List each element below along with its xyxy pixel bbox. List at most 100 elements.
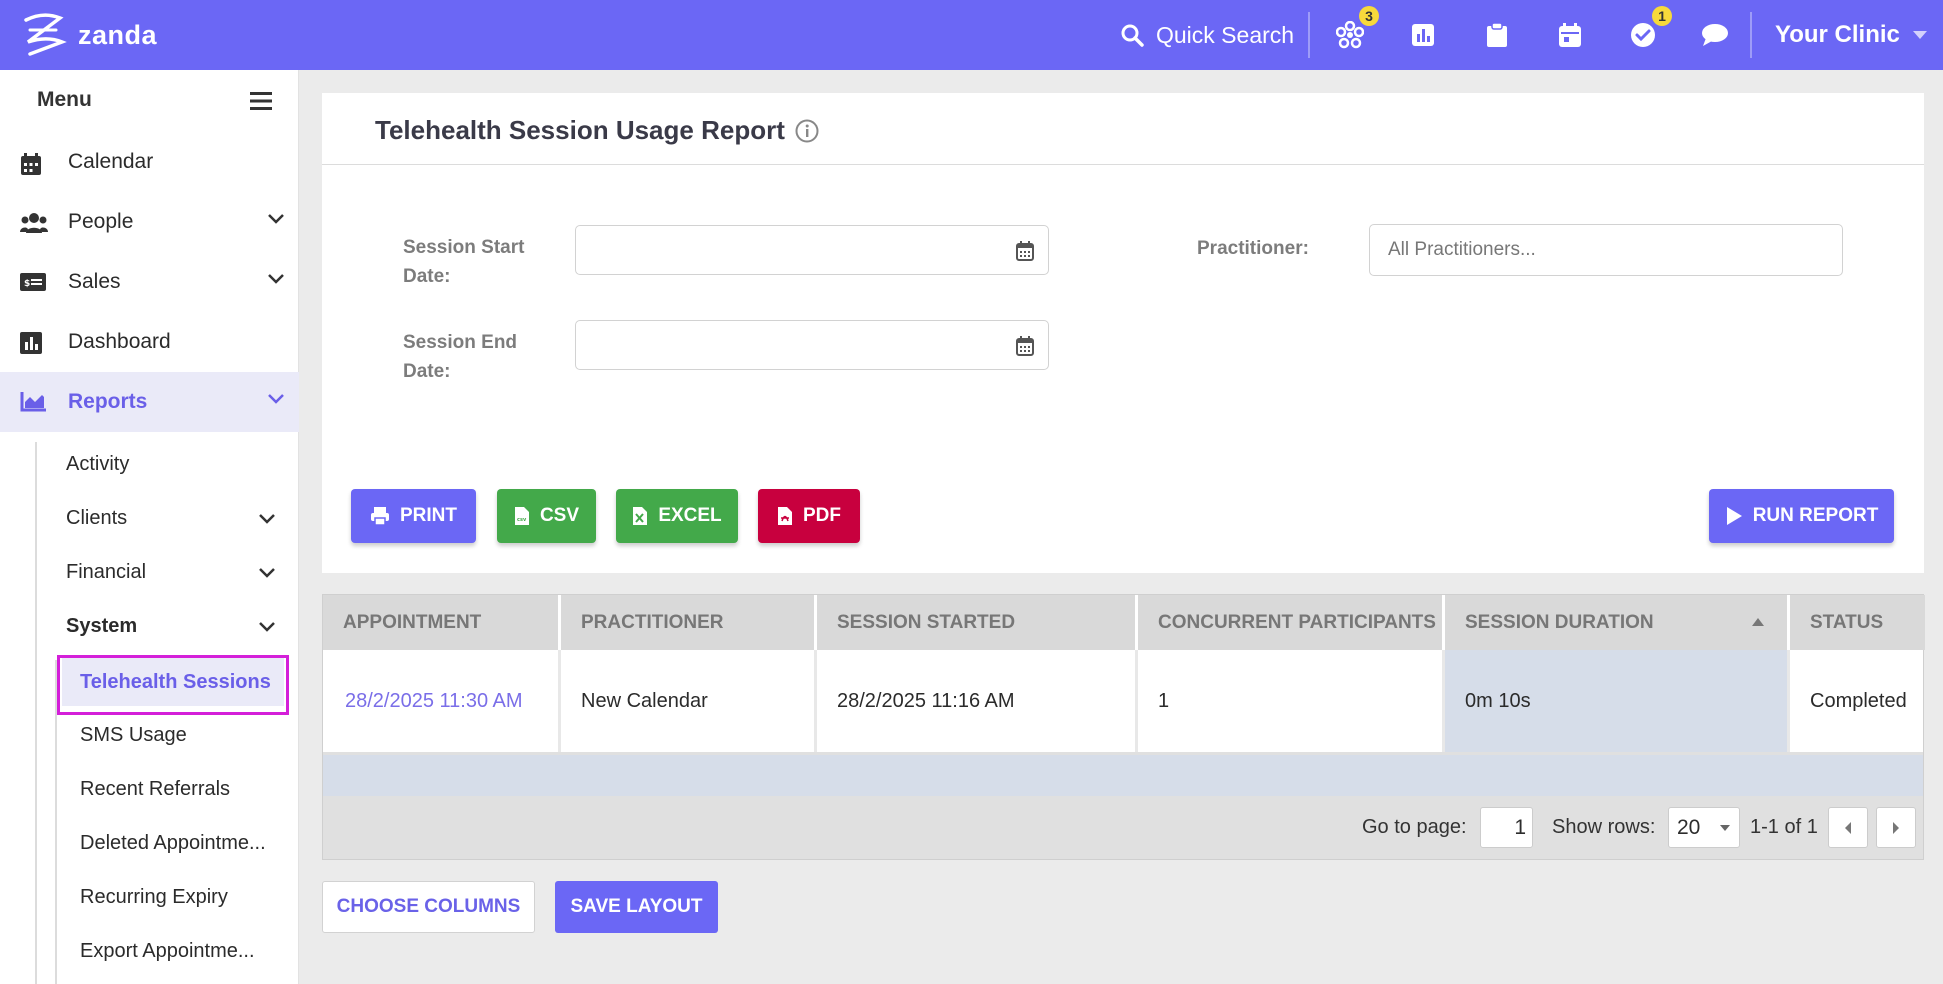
calendar-icon	[21, 153, 41, 175]
clipboard-icon	[1487, 22, 1507, 47]
chevron-down-icon	[268, 214, 284, 224]
tasks-button[interactable]: 1	[1628, 6, 1672, 50]
print-button-label: PRINT	[400, 505, 457, 526]
practitioner-select[interactable]: All Practitioners...	[1369, 224, 1843, 276]
caret-down-icon	[1912, 31, 1927, 39]
info-icon[interactable]	[795, 119, 819, 143]
sidebar-item-label: People	[68, 210, 134, 233]
reports-button[interactable]	[1408, 20, 1438, 50]
column-header-session-started[interactable]: SESSION STARTED	[817, 595, 1138, 650]
calendar-button[interactable]	[1555, 20, 1585, 50]
column-header-status[interactable]: STATUS	[1790, 595, 1925, 650]
page-title: Telehealth Session Usage Report	[375, 115, 819, 146]
pdf-button[interactable]: PDF	[758, 489, 860, 543]
selection-highlight	[57, 655, 289, 715]
reports-icon	[1412, 24, 1434, 46]
sidebar-subitem-sms-usage[interactable]: SMS Usage	[80, 724, 280, 747]
chevron-down-icon	[259, 568, 275, 578]
zanda-logo[interactable]: zanda	[20, 12, 157, 58]
people-icon	[20, 213, 48, 233]
clinic-label: Your Clinic	[1775, 21, 1900, 48]
csv-button-label: CSV	[539, 505, 580, 526]
topbar-divider-2	[1750, 12, 1752, 58]
page-range: 1-1 of 1	[1750, 807, 1818, 848]
session-start-label-line1: Session Start	[403, 237, 525, 258]
rows-per-page-select[interactable]: 20	[1668, 807, 1740, 848]
rows-per-page-value: 20	[1677, 815, 1701, 839]
session-start-date-input[interactable]	[575, 225, 1049, 275]
caret-down-icon	[1720, 824, 1730, 831]
excel-file-icon	[633, 507, 648, 525]
session-end-label-line1: Session End	[403, 332, 518, 353]
tasks-badge: 1	[1652, 6, 1672, 26]
sidebar-item-calendar[interactable]: Calendar	[0, 132, 299, 192]
column-header-session-duration[interactable]: SESSION DURATION	[1445, 595, 1790, 650]
session-end-label-line2: Date:	[403, 361, 451, 382]
appointment-link[interactable]: 28/2/2025 11:30 AM	[323, 650, 561, 752]
chevron-down-icon	[259, 622, 275, 632]
sidebar-subitem-deleted-appointments[interactable]: Deleted Appointme...	[80, 832, 280, 855]
clinic-menu[interactable]: Your Clinic	[1775, 0, 1928, 70]
run-report-button-label: RUN REPORT	[1752, 505, 1879, 526]
clipboard-button[interactable]	[1482, 20, 1512, 50]
column-header-session-duration-label: SESSION DURATION	[1465, 611, 1654, 633]
calendar-icon	[1559, 23, 1581, 47]
chevron-down-icon	[268, 274, 284, 284]
session-end-date-input[interactable]	[575, 320, 1049, 370]
excel-button[interactable]: EXCEL	[616, 489, 738, 543]
column-header-concurrent-participants[interactable]: CONCURRENT PARTICIPANTS	[1138, 595, 1445, 650]
sidebar-subitem-activity[interactable]: Activity	[66, 453, 129, 476]
sidebar-item-people[interactable]: People	[0, 192, 299, 252]
chat-button[interactable]	[1700, 20, 1730, 50]
column-header-practitioner[interactable]: PRACTITIONER	[561, 595, 817, 650]
excel-button-label: EXCEL	[658, 505, 722, 526]
choose-columns-button[interactable]: CHOOSE COLUMNS	[322, 881, 535, 933]
calendar-icon[interactable]	[1016, 336, 1034, 356]
sidebar-item-reports[interactable]: Reports	[0, 372, 299, 432]
sidebar-subitem-financial[interactable]: Financial	[66, 561, 146, 584]
report-table: APPOINTMENT PRACTITIONER SESSION STARTED…	[322, 594, 1925, 860]
table-cell-concurrent-participants: 1	[1138, 650, 1445, 752]
chevron-down-icon	[259, 514, 275, 524]
session-end-label: Session End Date:	[403, 328, 517, 386]
next-page-button[interactable]	[1876, 807, 1916, 848]
page-range-text: 1-1 of 1	[1750, 816, 1818, 838]
sidebar-item-label: Calendar	[68, 150, 154, 173]
column-header-appointment[interactable]: APPOINTMENT	[323, 595, 561, 650]
table-cell-status: Completed	[1790, 650, 1923, 752]
sidebar-subitem-recent-referrals[interactable]: Recent Referrals	[80, 778, 280, 801]
sidebar-item-label: Dashboard	[68, 330, 171, 353]
table-cell-session-duration: 0m 10s	[1445, 650, 1790, 752]
save-layout-button[interactable]: SAVE LAYOUT	[555, 881, 718, 933]
chevron-left-icon	[1845, 821, 1851, 834]
sort-ascending-icon[interactable]	[1751, 617, 1765, 627]
sidebar-item-sales[interactable]: $ Sales	[0, 252, 299, 312]
csv-button[interactable]: csv CSV	[497, 489, 596, 543]
session-start-label: Session Start Date:	[403, 233, 524, 291]
sidebar-subitem-export-appointments[interactable]: Export Appointme...	[80, 940, 280, 963]
print-button[interactable]: PRINT	[351, 489, 476, 543]
play-icon	[1726, 507, 1742, 525]
hamburger-button[interactable]	[250, 92, 272, 115]
run-report-button[interactable]: RUN REPORT	[1709, 489, 1894, 543]
calendar-icon[interactable]	[1016, 241, 1034, 261]
sidebar-subitem-recurring-expiry[interactable]: Recurring Expiry	[80, 886, 280, 909]
tasks-icon	[1631, 23, 1655, 47]
menu-title: Menu	[37, 88, 92, 111]
sidebar-subitem-system[interactable]: System	[66, 615, 137, 638]
submenu-guide	[35, 442, 37, 984]
chevron-right-icon	[1893, 821, 1899, 834]
goto-page-input[interactable]: 1	[1480, 807, 1533, 848]
report-filter-card: Telehealth Session Usage Report Session …	[322, 93, 1924, 573]
previous-page-button[interactable]	[1828, 807, 1868, 848]
show-rows-label: Show rows:	[1552, 807, 1655, 848]
page-title-text: Telehealth Session Usage Report	[375, 115, 785, 145]
show-rows-label-text: Show rows:	[1552, 816, 1656, 838]
sidebar-item-dashboard[interactable]: Dashboard	[0, 312, 299, 372]
pdf-button-label: PDF	[803, 505, 841, 526]
dashboard-icon	[20, 332, 42, 354]
sidebar-subitem-clients[interactable]: Clients	[66, 507, 127, 530]
quick-search[interactable]: Quick Search	[1120, 0, 1294, 70]
apps-button[interactable]: 3	[1335, 6, 1379, 50]
table-empty-row	[323, 755, 1923, 796]
